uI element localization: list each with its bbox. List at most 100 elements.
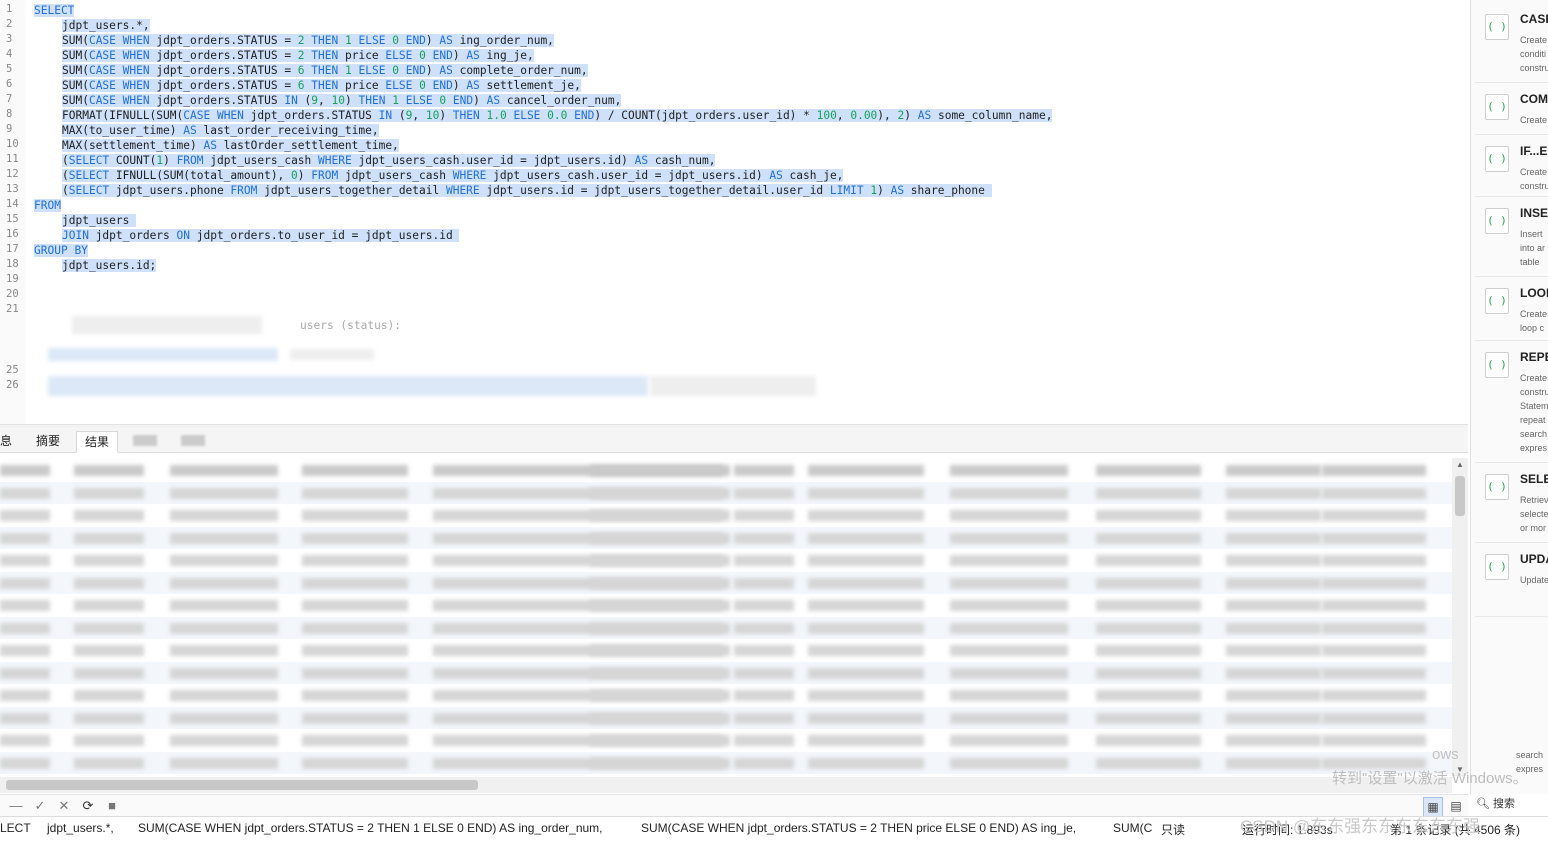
table-cell[interactable] xyxy=(0,690,50,701)
table-cell[interactable] xyxy=(0,667,50,679)
table-cell[interactable] xyxy=(1322,555,1426,566)
table-cell[interactable] xyxy=(808,487,924,499)
table-cell[interactable] xyxy=(1096,667,1201,679)
table-cell[interactable] xyxy=(950,600,1068,611)
table-cell[interactable] xyxy=(302,555,408,566)
table-row[interactable] xyxy=(0,504,1452,526)
table-cell[interactable] xyxy=(0,757,50,769)
code-line[interactable]: SUM(CASE WHEN jdpt_orders.STATUS = 6 THE… xyxy=(62,78,581,93)
table-cell[interactable] xyxy=(950,667,1068,679)
table-cell[interactable] xyxy=(590,532,730,544)
table-row[interactable] xyxy=(0,661,1452,684)
snippet-item[interactable]: ( ) IF...EI Create constru xyxy=(1475,138,1548,197)
table-cell[interactable] xyxy=(808,577,924,589)
table-cell[interactable] xyxy=(0,465,50,476)
table-cell[interactable] xyxy=(734,465,794,476)
table-cell[interactable] xyxy=(590,712,730,724)
code-line[interactable]: SUM(CASE WHEN jdpt_orders.STATUS IN (9, … xyxy=(62,93,622,108)
table-cell[interactable] xyxy=(302,600,408,611)
table-cell[interactable] xyxy=(1096,757,1201,769)
table-row[interactable] xyxy=(0,526,1452,549)
scroll-up-icon[interactable]: ▲ xyxy=(1452,460,1468,469)
table-cell[interactable] xyxy=(302,757,408,769)
code-line[interactable]: FORMAT(IFNULL(SUM(CASE WHEN jdpt_orders.… xyxy=(62,108,1053,123)
table-cell[interactable] xyxy=(1096,510,1201,521)
code-line[interactable]: SUM(CASE WHEN jdpt_orders.STATUS = 6 THE… xyxy=(62,63,588,78)
table-cell[interactable] xyxy=(74,600,144,611)
table-cell[interactable] xyxy=(74,465,144,476)
table-cell[interactable] xyxy=(590,690,730,701)
table-cell[interactable] xyxy=(734,532,794,544)
table-cell[interactable] xyxy=(74,532,144,544)
table-cell[interactable] xyxy=(808,465,924,476)
tab-summary[interactable]: 摘要 xyxy=(28,431,68,451)
table-cell[interactable] xyxy=(302,577,408,589)
table-cell[interactable] xyxy=(1226,622,1321,634)
table-cell[interactable] xyxy=(1322,712,1426,724)
code-line[interactable]: GROUP BY xyxy=(34,243,88,258)
table-cell[interactable] xyxy=(0,735,50,746)
table-cell[interactable] xyxy=(74,735,144,746)
tab-blurred[interactable] xyxy=(181,435,205,446)
table-cell[interactable] xyxy=(1322,487,1426,499)
table-cell[interactable] xyxy=(1322,690,1426,701)
table-cell[interactable] xyxy=(950,510,1068,521)
table-cell[interactable] xyxy=(734,667,794,679)
table-cell[interactable] xyxy=(302,690,408,701)
stop-icon[interactable]: ■ xyxy=(104,797,120,815)
table-cell[interactable] xyxy=(302,645,408,656)
table-cell[interactable] xyxy=(1226,600,1321,611)
table-row[interactable] xyxy=(0,639,1452,661)
table-cell[interactable] xyxy=(0,712,50,724)
table-cell[interactable] xyxy=(302,667,408,679)
table-cell[interactable] xyxy=(734,555,794,566)
code-line[interactable]: SELECT xyxy=(34,3,75,18)
snippet-item[interactable]: ( ) INSE Insert into ar table xyxy=(1475,200,1548,277)
scroll-thumb[interactable] xyxy=(1455,476,1465,516)
table-cell[interactable] xyxy=(1226,690,1321,701)
table-cell[interactable] xyxy=(0,600,50,611)
table-cell[interactable] xyxy=(1226,487,1321,499)
table-cell[interactable] xyxy=(302,712,408,724)
code-line[interactable]: (SELECT jdpt_users.phone FROM jdpt_users… xyxy=(62,183,992,198)
snippet-search[interactable]: 🔍︎ 搜索 xyxy=(1476,795,1548,813)
check-icon[interactable]: ✓ xyxy=(32,797,48,815)
table-cell[interactable] xyxy=(1096,577,1201,589)
table-row[interactable] xyxy=(0,706,1452,729)
snippet-item[interactable]: ( ) CASE Create conditi constru xyxy=(1475,6,1548,83)
code-line[interactable]: FROM xyxy=(34,198,61,213)
sql-editor[interactable]: 1 SELECT 2 jdpt_users.*, 3 SUM(CASE WHEN jdpt… xyxy=(0,0,1468,424)
table-cell[interactable] xyxy=(0,645,50,656)
table-cell[interactable] xyxy=(734,645,794,656)
table-cell[interactable] xyxy=(1226,712,1321,724)
table-cell[interactable] xyxy=(74,555,144,566)
table-cell[interactable] xyxy=(1096,555,1201,566)
table-cell[interactable] xyxy=(170,600,278,611)
code-line[interactable]: (SELECT IFNULL(SUM(total_amount), 0) FRO… xyxy=(62,168,844,183)
table-cell[interactable] xyxy=(302,487,408,499)
table-cell[interactable] xyxy=(170,735,278,746)
table-cell[interactable] xyxy=(950,532,1068,544)
table-cell[interactable] xyxy=(590,757,730,769)
table-cell[interactable] xyxy=(1096,600,1201,611)
table-cell[interactable] xyxy=(950,712,1068,724)
table-cell[interactable] xyxy=(590,645,730,656)
table-cell[interactable] xyxy=(950,645,1068,656)
snippet-item[interactable]: ( ) REPE Create constru Statem repeat sear… xyxy=(1475,344,1548,463)
code-line[interactable]: jdpt_users xyxy=(62,213,137,228)
table-cell[interactable] xyxy=(74,645,144,656)
table-cell[interactable] xyxy=(950,690,1068,701)
tab-blurred[interactable] xyxy=(133,435,157,446)
table-cell[interactable] xyxy=(0,555,50,566)
table-cell[interactable] xyxy=(950,622,1068,634)
table-cell[interactable] xyxy=(808,510,924,521)
table-cell[interactable] xyxy=(950,757,1068,769)
table-cell[interactable] xyxy=(1322,667,1426,679)
table-cell[interactable] xyxy=(590,600,730,611)
table-cell[interactable] xyxy=(0,532,50,544)
table-cell[interactable] xyxy=(1226,555,1321,566)
table-cell[interactable] xyxy=(302,465,408,476)
table-cell[interactable] xyxy=(808,757,924,769)
table-cell[interactable] xyxy=(734,712,794,724)
table-cell[interactable] xyxy=(0,487,50,499)
